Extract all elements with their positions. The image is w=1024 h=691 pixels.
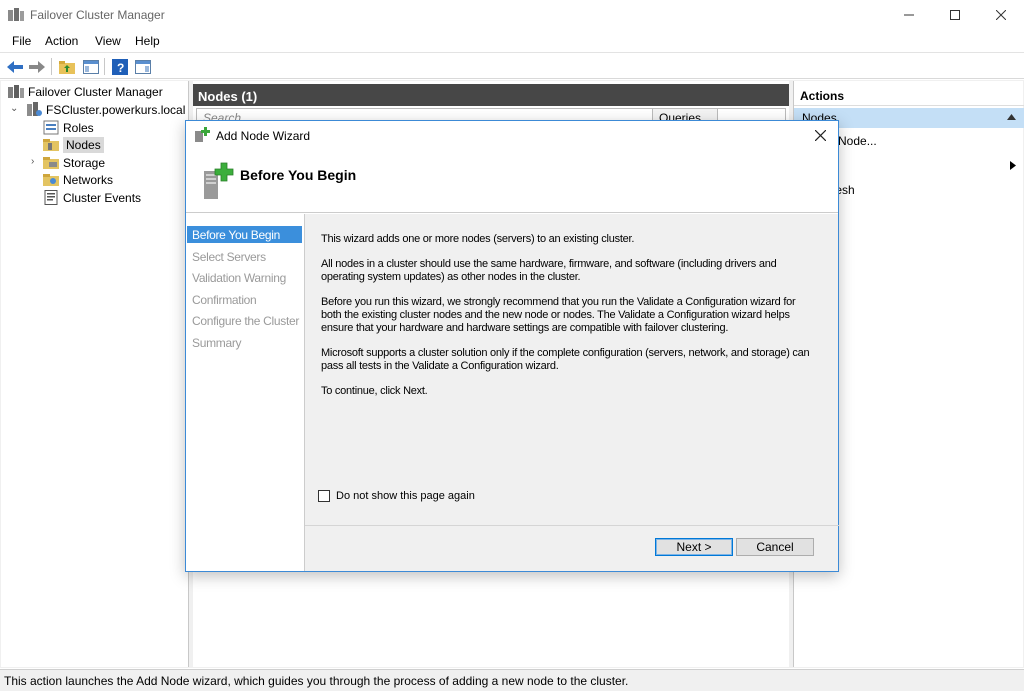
tree-networks-label: Networks — [63, 172, 114, 187]
tree-item-cluster[interactable]: FSCluster.powerkurs.local — [26, 101, 185, 118]
events-log-icon — [44, 190, 58, 205]
menu-help[interactable]: Help — [135, 34, 160, 48]
window-title: Failover Cluster Manager — [30, 8, 165, 22]
step-configure-cluster: Configure the Cluster — [192, 314, 300, 328]
wizard-content: This wizard adds one or more nodes (serv… — [304, 214, 839, 571]
support-paragraph: Microsoft supports a cluster solution on… — [321, 347, 810, 372]
wizard-title-icon — [195, 127, 210, 142]
actions-header: Actions — [794, 84, 1024, 106]
folder-up-icon — [59, 60, 75, 74]
help-button[interactable]: ? — [111, 58, 129, 75]
intro-paragraph: This wizard adds one or more nodes (serv… — [321, 233, 635, 245]
tree-nodes-label: Nodes — [63, 136, 104, 153]
wizard-header: Before You Begin — [186, 151, 838, 213]
results-header: Nodes (1) — [193, 84, 789, 106]
validate-paragraph: Before you run this wizard, we strongly … — [321, 296, 796, 334]
cluster-manager-icon — [8, 85, 24, 98]
storage-icon — [43, 157, 59, 169]
up-folder-button[interactable] — [58, 58, 76, 75]
button-separator — [305, 525, 839, 526]
tree-item-nodes[interactable]: Nodes — [43, 136, 104, 153]
minimize-icon — [904, 14, 914, 16]
console-tree-icon — [83, 59, 99, 74]
step-before-you-begin[interactable]: Before You Begin — [187, 226, 302, 243]
menu-bar: File Action View Help — [0, 30, 1024, 52]
back-arrow-icon — [7, 60, 23, 73]
cluster-app-icon — [8, 8, 24, 21]
step-confirmation: Confirmation — [192, 293, 257, 307]
show-hide-tree-button[interactable] — [82, 58, 100, 75]
back-button[interactable] — [6, 58, 24, 75]
menu-action[interactable]: Action — [45, 34, 78, 48]
tree-item-cluster-events[interactable]: Cluster Events — [43, 189, 141, 206]
wizard-heading: Before You Begin — [240, 167, 357, 183]
add-node-wizard-dialog: Add Node Wizard Before You Begin Before … — [185, 120, 839, 572]
expand-chevron-icon[interactable]: › — [31, 156, 34, 167]
continue-paragraph: To continue, click Next. — [321, 385, 428, 397]
add-server-icon — [204, 162, 234, 199]
title-bar: Failover Cluster Manager — [0, 0, 1024, 30]
show-hide-action-pane-button[interactable] — [134, 58, 152, 75]
dialog-close-button[interactable] — [808, 123, 832, 147]
submenu-arrow-icon — [1010, 161, 1016, 170]
forward-button[interactable] — [28, 58, 46, 75]
hardware-paragraph: All nodes in a cluster should use the sa… — [321, 258, 777, 283]
dialog-title: Add Node Wizard — [216, 129, 311, 143]
tree-cluster-label: FSCluster.powerkurs.local — [46, 102, 186, 117]
forward-arrow-icon — [29, 60, 45, 73]
toolbar-separator — [51, 58, 52, 75]
tree-item-roles[interactable]: Roles — [43, 119, 94, 136]
status-bar: This action launches the Add Node wizard… — [0, 669, 1024, 691]
toolbar-separator — [104, 58, 105, 75]
close-icon — [814, 129, 826, 141]
maximize-button[interactable] — [932, 0, 978, 30]
menu-file[interactable]: File — [12, 34, 31, 48]
expand-chevron-icon[interactable]: ⌄ — [10, 103, 18, 114]
dont-show-again-row[interactable]: Do not show this page again — [318, 490, 475, 502]
toolbar: ? — [0, 52, 1024, 79]
wizard-steps: Before You Begin Select Servers Validati… — [186, 214, 304, 571]
step-validation-warning: Validation Warning — [192, 271, 286, 285]
nodes-icon — [43, 139, 59, 151]
next-button[interactable]: Next > — [655, 538, 733, 556]
tree-events-label: Cluster Events — [63, 190, 142, 205]
maximize-icon — [950, 10, 960, 20]
cancel-button[interactable]: Cancel — [736, 538, 814, 556]
networks-icon — [43, 174, 59, 186]
cluster-icon — [27, 102, 42, 116]
tree-roles-label: Roles — [63, 120, 94, 135]
dont-show-again-label: Do not show this page again — [336, 490, 475, 502]
console-tree: Failover Cluster Manager ⌄ FSCluster.pow… — [1, 81, 189, 667]
tree-storage-label: Storage — [63, 155, 106, 170]
close-window-button[interactable] — [978, 0, 1024, 30]
collapse-arrow-icon — [1007, 114, 1016, 120]
minimize-button[interactable] — [886, 0, 932, 30]
roles-icon — [43, 120, 59, 135]
step-summary: Summary — [192, 336, 242, 350]
tree-root-label: Failover Cluster Manager — [28, 84, 163, 99]
tree-item-root[interactable]: Failover Cluster Manager — [8, 83, 163, 100]
tree-item-networks[interactable]: Networks — [43, 171, 113, 188]
svg-text:?: ? — [117, 61, 124, 75]
close-icon — [996, 10, 1006, 20]
action-pane-icon — [135, 59, 151, 74]
menu-view[interactable]: View — [95, 34, 121, 48]
step-select-servers: Select Servers — [192, 250, 266, 264]
help-icon: ? — [112, 58, 128, 75]
dont-show-again-checkbox[interactable] — [318, 490, 330, 502]
tree-item-storage[interactable]: Storage — [43, 154, 105, 171]
